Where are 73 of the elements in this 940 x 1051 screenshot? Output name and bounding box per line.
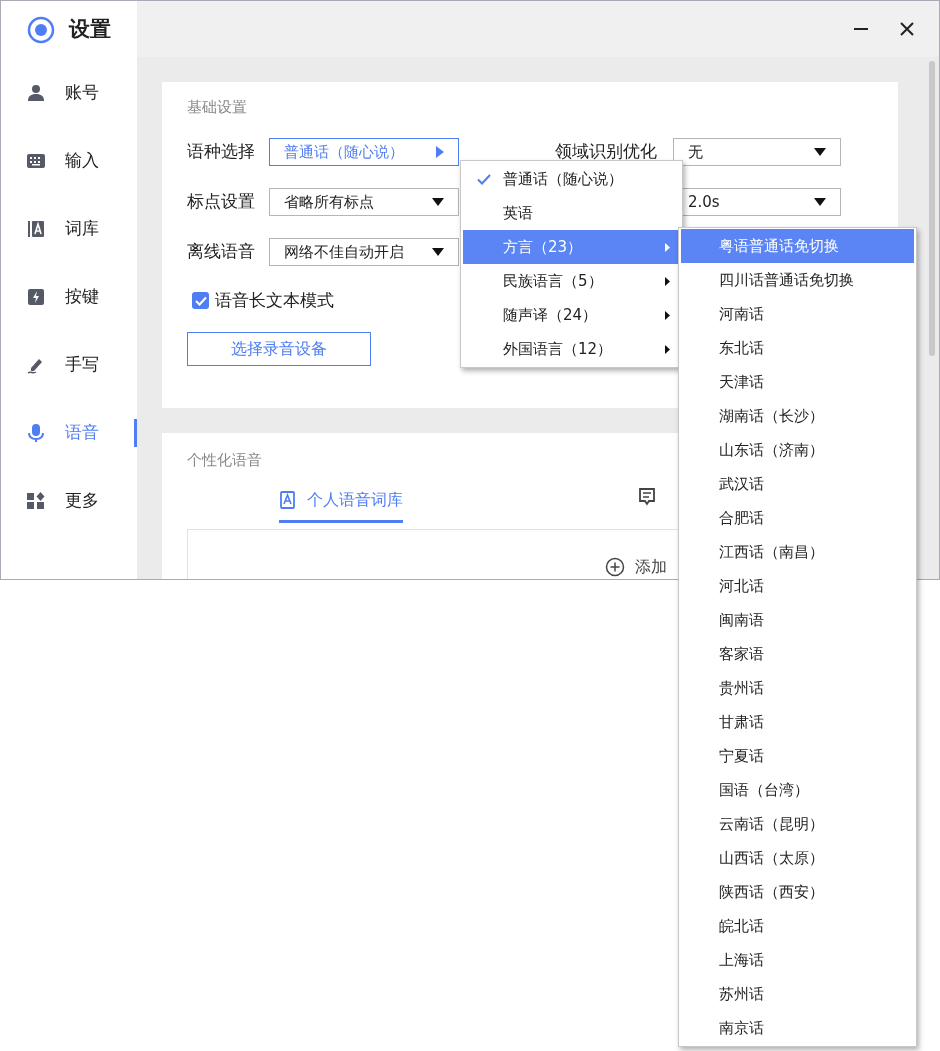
dropdown[interactable]: 无 bbox=[673, 138, 841, 166]
menu-item[interactable]: 民族语言（5） bbox=[463, 264, 680, 298]
menu-item[interactable]: 闽南语 bbox=[681, 603, 914, 637]
tab[interactable]: 个人语音词库 bbox=[279, 487, 403, 523]
book-icon bbox=[279, 490, 295, 509]
menu-item[interactable]: 云南话（昆明） bbox=[681, 807, 914, 841]
menu-item[interactable]: 陕西话（西安） bbox=[681, 875, 914, 909]
sidebar-item[interactable]: 按键 bbox=[1, 263, 137, 331]
submenu-arrow-icon bbox=[665, 242, 670, 252]
keyboard-icon bbox=[27, 152, 45, 170]
menu-item[interactable]: 宁夏话 bbox=[681, 739, 914, 773]
caret-icon bbox=[814, 198, 826, 206]
note-icon bbox=[639, 487, 655, 506]
checkbox-label: 语音长文本模式 bbox=[215, 289, 334, 312]
dropdown[interactable]: 普通话（随心说） bbox=[269, 138, 459, 166]
dropdown[interactable]: 省略所有标点 bbox=[269, 188, 459, 216]
field-label: 领域识别优化 bbox=[555, 140, 658, 164]
submenu-arrow-icon bbox=[665, 276, 670, 286]
menu-item[interactable]: 四川话普通话免切换 bbox=[681, 263, 914, 297]
menu-item[interactable]: 河北话 bbox=[681, 569, 914, 603]
add-icon bbox=[605, 556, 625, 577]
caret-icon bbox=[432, 198, 444, 206]
add-button[interactable]: 添加 bbox=[605, 555, 667, 578]
check-icon bbox=[477, 173, 491, 185]
sidebar-item[interactable]: 输入 bbox=[1, 127, 137, 195]
sidebar-item[interactable]: 词库 bbox=[1, 195, 137, 263]
dropdown[interactable]: 网络不佳自动开启 bbox=[269, 238, 459, 266]
menu-item[interactable]: 国语（台湾） bbox=[681, 773, 914, 807]
menu-item[interactable]: 苏州话 bbox=[681, 977, 914, 1011]
select-device-button[interactable]: 选择录音设备 bbox=[187, 331, 371, 366]
selection-bar bbox=[134, 419, 137, 447]
book-icon bbox=[27, 220, 45, 238]
pen-icon bbox=[27, 356, 45, 374]
menu-item[interactable]: 山东话（济南） bbox=[681, 433, 914, 467]
menu-item[interactable]: 贵州话 bbox=[681, 671, 914, 705]
menu-item[interactable]: 江西话（南昌） bbox=[681, 535, 914, 569]
close-icon[interactable] bbox=[899, 21, 915, 37]
sidebar-item[interactable]: 更多 bbox=[1, 467, 137, 535]
caret-icon bbox=[814, 148, 826, 156]
menu-item[interactable]: 山西话（太原） bbox=[681, 841, 914, 875]
field-label: 标点设置 bbox=[187, 190, 256, 214]
section-title: 基础设置 bbox=[187, 97, 247, 116]
menu-item[interactable]: 上海话 bbox=[681, 943, 914, 977]
checkbox[interactable] bbox=[192, 292, 209, 310]
menu-item[interactable]: 天津话 bbox=[681, 365, 914, 399]
app-title: 设置 bbox=[69, 16, 111, 44]
scrollbar[interactable] bbox=[929, 61, 935, 356]
microphone-icon bbox=[27, 424, 45, 442]
section-title: 个性化语音 bbox=[187, 450, 262, 471]
submenu-arrow-icon bbox=[665, 344, 670, 354]
menu-item[interactable]: 武汉话 bbox=[681, 467, 914, 501]
person-icon bbox=[27, 84, 45, 102]
menu-item[interactable]: 东北话 bbox=[681, 331, 914, 365]
field-label: 离线语音 bbox=[187, 240, 256, 264]
menu-item[interactable]: 湖南话（长沙） bbox=[681, 399, 914, 433]
menu-item[interactable]: 皖北话 bbox=[681, 909, 914, 943]
caret-icon bbox=[436, 146, 444, 158]
submenu-arrow-icon bbox=[665, 310, 670, 320]
menu-item[interactable]: 南京话 bbox=[681, 1011, 914, 1045]
lightning-icon bbox=[27, 288, 45, 306]
field-label: 语种选择 bbox=[187, 140, 256, 164]
caret-icon bbox=[432, 248, 444, 256]
logo-icon bbox=[27, 16, 55, 44]
grid-icon bbox=[27, 492, 45, 510]
sidebar-item[interactable]: 账号 bbox=[1, 59, 137, 127]
menu-item[interactable]: 客家语 bbox=[681, 637, 914, 671]
sidebar-item[interactable]: 手写 bbox=[1, 331, 137, 399]
menu-item[interactable]: 外国语言（12） bbox=[463, 332, 680, 366]
menu-item[interactable]: 随声译（24） bbox=[463, 298, 680, 332]
menu-item[interactable]: 河南话 bbox=[681, 297, 914, 331]
menu-item[interactable]: 合肥话 bbox=[681, 501, 914, 535]
menu-item[interactable]: 甘肃话 bbox=[681, 705, 914, 739]
sidebar-item[interactable]: 语音 bbox=[1, 399, 137, 467]
